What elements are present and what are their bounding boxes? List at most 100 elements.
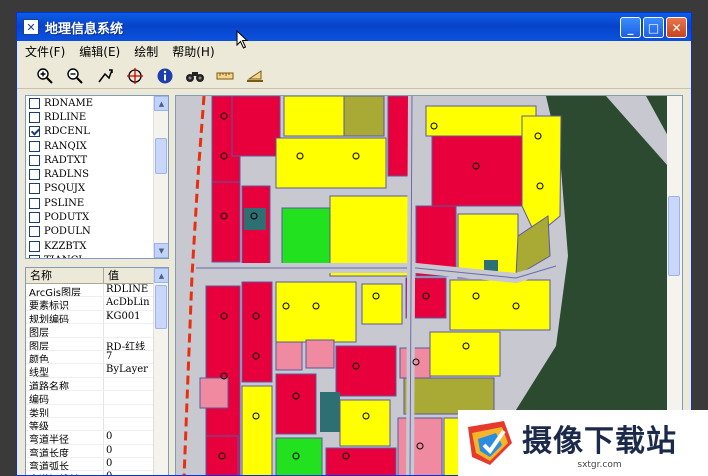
property-row[interactable]: 弯道长度 0 <box>26 444 168 459</box>
property-value: RDLINE <box>106 284 149 295</box>
watermark: 摄像下载站 sxtgr.com <box>458 410 708 476</box>
layer-item[interactable]: KZZBTX <box>26 239 168 253</box>
menu-help[interactable]: 帮助(H) <box>172 43 214 60</box>
layer-tool-icon <box>247 69 263 82</box>
scroll-thumb[interactable] <box>668 196 680 276</box>
property-key: 等级 <box>26 417 104 431</box>
pan-button[interactable] <box>93 65 117 87</box>
layer-checkbox[interactable] <box>29 140 40 152</box>
layer-checkbox[interactable] <box>29 154 40 166</box>
parcel-residential <box>283 96 345 137</box>
scroll-thumb[interactable] <box>155 138 167 174</box>
layer-checkbox[interactable] <box>29 111 40 123</box>
layer-checkbox[interactable] <box>29 212 40 224</box>
property-value <box>104 405 154 417</box>
watermark-logo <box>468 421 512 465</box>
property-row[interactable]: 要素标识 AcDbLin <box>26 297 168 311</box>
property-value: 0 <box>106 431 113 443</box>
layer-name: RDLINE <box>44 111 87 123</box>
find-button[interactable] <box>183 65 207 87</box>
layer-name: RADTXT <box>44 154 88 166</box>
property-key: 要素标识 <box>26 297 104 310</box>
layer-item[interactable]: RADTXT <box>26 153 168 167</box>
property-row[interactable]: 图层 <box>26 324 168 338</box>
menu-edit[interactable]: 编辑(E) <box>79 43 120 60</box>
layer-item[interactable]: PODUTX <box>26 210 168 224</box>
scroll-up-icon[interactable]: ▲ <box>154 96 168 111</box>
property-row[interactable]: 弯道切线长0 <box>26 471 168 475</box>
layer-item[interactable]: PSLINE <box>26 196 168 210</box>
toolbar <box>17 63 691 89</box>
minimize-button[interactable]: _ <box>620 17 641 38</box>
title-bar[interactable]: ✕ 地理信息系统 _ □ ✕ <box>17 13 691 41</box>
property-row[interactable]: 类别 <box>26 404 168 418</box>
full-extent-button[interactable] <box>123 65 147 87</box>
layer-name: PSLINE <box>44 197 85 209</box>
parcel-commercial <box>231 96 281 157</box>
property-key: 编码 <box>26 391 104 404</box>
zoom-in-icon <box>37 67 53 84</box>
layer-checkbox[interactable] <box>29 183 40 195</box>
property-value: RD-红线 <box>106 341 146 350</box>
parcel-green <box>281 207 331 267</box>
property-row[interactable]: 图层 RD-红线 <box>26 337 168 351</box>
info-button[interactable] <box>153 65 177 87</box>
layer-tool-button[interactable] <box>243 65 267 87</box>
parcel-commercial <box>431 135 523 207</box>
layer-list-scrollbar[interactable]: ▲ ▼ <box>153 96 168 258</box>
layer-item[interactable]: RADLNS <box>26 167 168 181</box>
layer-checkbox[interactable] <box>29 126 40 138</box>
property-key: 弯道半径 <box>26 431 104 444</box>
property-key: 弯道切线长 <box>26 471 104 475</box>
layer-item[interactable]: RDNAME <box>26 96 168 110</box>
parcel-commercial <box>205 435 239 475</box>
find-icon <box>186 71 204 82</box>
layer-checkbox[interactable] <box>29 97 40 109</box>
mouse-cursor-icon <box>236 30 249 49</box>
scroll-thumb[interactable] <box>155 285 167 329</box>
layer-checkbox[interactable] <box>29 226 40 238</box>
layer-item[interactable]: TIANCI <box>26 253 168 258</box>
zoom-out-button[interactable] <box>63 65 87 87</box>
column-header-value[interactable]: 值 <box>104 268 154 283</box>
layer-name: RADLNS <box>44 169 90 181</box>
layer-checkbox[interactable] <box>29 197 40 209</box>
property-row[interactable]: 编码 <box>26 391 168 405</box>
layer-item[interactable]: RDCENL <box>26 125 168 139</box>
layer-item[interactable]: PSQUJX <box>26 182 168 196</box>
scroll-down-icon[interactable]: ▼ <box>154 243 168 258</box>
parcel-residential <box>275 281 357 343</box>
close-button[interactable]: ✕ <box>666 17 687 38</box>
property-row[interactable]: 颜色 7 <box>26 350 168 365</box>
column-header-name[interactable]: 名称 <box>26 268 104 283</box>
menu-draw[interactable]: 绘制 <box>134 43 158 60</box>
measure-button[interactable] <box>213 65 237 87</box>
layer-item[interactable]: RANQIX <box>26 139 168 153</box>
property-row[interactable]: 弯道半径 0 <box>26 431 168 445</box>
property-grid: 名称 值 ArcGis图层 RDLINE 要素标识 AcDbLin 规划编码 KG001 图… <box>25 267 169 475</box>
property-value <box>104 418 154 430</box>
property-row[interactable]: 线型 ByLayer <box>26 364 168 378</box>
property-key: 图层 <box>26 337 104 350</box>
property-grid-scrollbar[interactable]: ▲ <box>153 268 168 475</box>
layer-checkbox[interactable] <box>29 240 40 252</box>
property-key: 道路名称 <box>26 377 104 391</box>
maximize-button[interactable]: □ <box>643 17 664 38</box>
menu-file[interactable]: 文件(F) <box>25 43 65 60</box>
property-row[interactable]: 道路名称 <box>26 377 168 392</box>
window-title: 地理信息系统 <box>45 21 124 37</box>
maximize-icon: □ <box>647 20 660 35</box>
zoom-in-button[interactable] <box>33 65 57 87</box>
property-value: KG001 <box>106 310 141 322</box>
property-row[interactable]: 规划编码 KG001 <box>26 310 168 325</box>
property-row[interactable]: ArcGis图层 RDLINE <box>26 284 168 298</box>
parcel-pink <box>399 347 431 379</box>
layer-checkbox[interactable] <box>29 254 40 258</box>
property-row[interactable]: 弯道弧长 0 <box>26 458 168 472</box>
layer-item[interactable]: RDLINE <box>26 110 168 124</box>
layer-item[interactable]: PODULN <box>26 225 168 239</box>
scroll-up-icon[interactable]: ▲ <box>154 268 168 283</box>
property-row[interactable]: 等级 <box>26 417 168 432</box>
layer-checkbox[interactable] <box>29 169 40 181</box>
watermark-url: sxtgr.com <box>577 460 622 470</box>
